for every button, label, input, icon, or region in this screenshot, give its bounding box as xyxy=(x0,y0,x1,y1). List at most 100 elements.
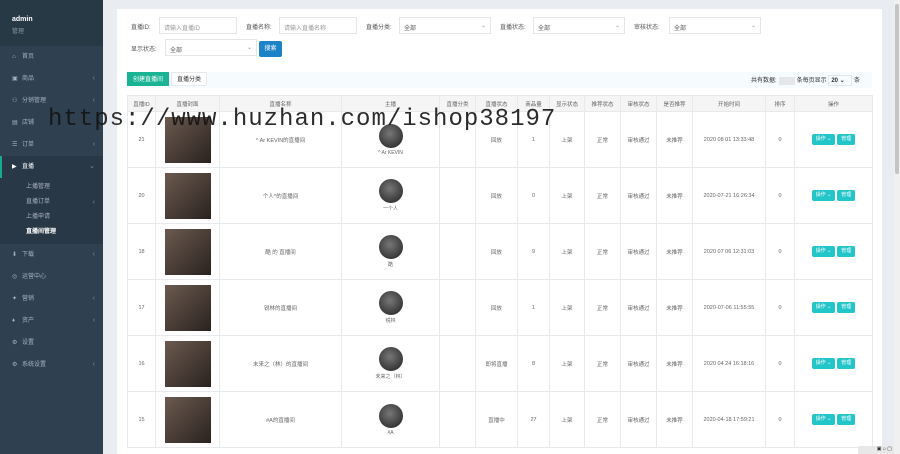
display-status-label: 显示状态: xyxy=(131,47,157,53)
action-dropdown-button[interactable]: 操作 ⌄ xyxy=(811,414,836,425)
cell-status: 回放 xyxy=(490,193,502,200)
cell-id: 20 xyxy=(138,192,145,199)
page-scrollbar[interactable] xyxy=(894,0,900,454)
sidebar-item-6[interactable]: ⬇ 下载 ‹ xyxy=(0,244,103,266)
scrollbar-thumb[interactable] xyxy=(895,4,899,174)
action-label: 操作 xyxy=(815,360,826,366)
sidebar-item-7[interactable]: ◎ 运营中心 xyxy=(0,266,103,288)
sidebar-item-9[interactable]: ♦ 资产 ‹ xyxy=(0,310,103,332)
sidebar-profile: admin 管理 xyxy=(0,0,103,46)
cover-thumbnail[interactable] xyxy=(164,340,211,387)
room-id-input[interactable]: 请输入直播ID xyxy=(159,17,237,34)
sidebar-item-10[interactable]: ⚙ 设置 xyxy=(0,332,103,354)
anchor-avatar xyxy=(378,403,403,428)
sidebar-subitem-1[interactable]: 直播订单 ‹ xyxy=(0,195,103,210)
sidebar-item-1[interactable]: ▣ 商品 ‹ xyxy=(0,68,103,90)
chevron-down-icon: ⌄ xyxy=(89,163,95,170)
live-status-select[interactable]: 全部 ⌄ xyxy=(533,17,625,34)
cell-sort: 0 xyxy=(778,360,782,367)
display-status-select[interactable]: 全部 ⌄ xyxy=(165,39,257,56)
sidebar-item-0[interactable]: ⌂ 首页 xyxy=(0,46,103,68)
table-cell: 酷 的 直播间 xyxy=(219,223,342,280)
chevron-down-icon: ⌄ xyxy=(839,78,845,84)
anchor-name: 未来之（林） xyxy=(375,374,406,380)
table-cell: 操作 ⌄ 管理 xyxy=(794,335,873,392)
anchor-name: 锐林 xyxy=(385,318,396,324)
table-cell: 上架 xyxy=(549,279,585,336)
cell-id: 15 xyxy=(138,416,145,423)
audit-status-select[interactable]: 全部 ⌄ xyxy=(669,17,761,34)
sidebar-item-8[interactable]: ✦ 营销 ‹ xyxy=(0,288,103,310)
chevron-left-icon: ‹ xyxy=(92,75,95,82)
manage-button[interactable]: 管理 xyxy=(837,134,856,145)
sidebar-item-5[interactable]: ▶ 直播 ⌄ xyxy=(0,156,103,178)
sidebar-item-label: 分销管理 xyxy=(22,98,47,104)
anchor-name: ^ Ar KEVIN xyxy=(378,149,403,156)
system-icon: ⚙ xyxy=(12,362,18,368)
manage-button[interactable]: 管理 xyxy=(837,190,856,201)
table-cell: 2020 07 06 12:31:03 xyxy=(692,223,766,280)
marketing-icon: ✦ xyxy=(12,296,18,302)
create-room-button[interactable]: 创建直播间 xyxy=(127,72,170,86)
system-tray: ▣ ⌂ ▢ xyxy=(858,446,894,454)
column-header: 直播ID xyxy=(127,95,156,112)
sidebar-item-11[interactable]: ⚙ 系统设置 ‹ xyxy=(0,354,103,376)
category-select[interactable]: 全部 ⌄ xyxy=(399,17,491,34)
sidebar-subitem-0[interactable]: 上播管理 xyxy=(0,180,103,195)
action-dropdown-button[interactable]: 操作 ⌄ xyxy=(811,358,836,369)
live-room-table: 直播ID 直播封面 直播名称 主播 直播分类 直播状态 商品量 显示状态 推荐状态 审核状态 是否推… xyxy=(127,95,873,448)
live-category-button[interactable]: 直播分类 xyxy=(171,72,208,86)
table-cell: 20 xyxy=(127,167,156,224)
search-button[interactable]: 搜索 xyxy=(259,41,282,57)
table-cell: 1 xyxy=(517,279,550,336)
action-dropdown-button[interactable]: 操作 ⌄ xyxy=(811,134,836,145)
table-header-row: 直播ID 直播封面 直播名称 主播 直播分类 直播状态 商品量 显示状态 推荐状态 审核状态 是否推… xyxy=(127,95,873,112)
manage-button[interactable]: 管理 xyxy=(837,414,856,425)
cell-audit: 审核通过 xyxy=(627,137,650,144)
cover-thumbnail[interactable] xyxy=(164,396,211,443)
action-dropdown-button[interactable]: 操作 ⌄ xyxy=(811,302,836,313)
table-cell: 16 xyxy=(127,335,156,392)
table-cell xyxy=(439,335,476,392)
table-cell: 审核通过 xyxy=(620,391,657,448)
tray-icon: ▣ ⌂ ▢ xyxy=(876,446,892,452)
table-cell: 0 xyxy=(765,335,795,392)
action-dropdown-button[interactable]: 操作 ⌄ xyxy=(811,246,836,257)
display-status-select-value: 全部 xyxy=(170,48,183,54)
cover-thumbnail[interactable] xyxy=(164,172,211,219)
cover-thumbnail[interactable] xyxy=(164,116,211,163)
manage-button[interactable]: 管理 xyxy=(837,358,856,369)
chevron-down-icon: ⌄ xyxy=(825,192,832,198)
table-cell: 操作 ⌄ 管理 xyxy=(794,111,873,168)
cell-featured: 未推荐 xyxy=(666,361,683,368)
table-cell: 未来之（林）的直播间 xyxy=(219,335,342,392)
sidebar-live-submenu: 上播管理 直播订单 ‹ 上播申请 直播间管理 xyxy=(0,178,103,244)
table-cell: ^ Ar KEVIN的直播间 xyxy=(219,111,342,168)
cell-sort: 0 xyxy=(778,192,782,199)
sidebar-item-4[interactable]: ☰ 订单 ‹ xyxy=(0,134,103,156)
cell-recommend: 正常 xyxy=(596,361,608,368)
anchor-avatar xyxy=(378,123,403,148)
sidebar-subitem-3[interactable]: 直播间管理 xyxy=(0,225,103,240)
home-icon: ⌂ xyxy=(12,54,16,60)
cell-start: 2020 08 01 13:33:48 xyxy=(703,136,755,143)
cell-audit: 审核通过 xyxy=(627,417,650,424)
anchor-name: #A xyxy=(387,429,394,436)
manage-button[interactable]: 管理 xyxy=(837,302,856,313)
sidebar-item-3[interactable]: ▤ 店铺 xyxy=(0,112,103,134)
profile-username[interactable]: admin xyxy=(12,16,103,23)
chevron-down-icon: ⌄ xyxy=(825,416,832,422)
sidebar-item-2[interactable]: ⚇ 分销管理 ‹ xyxy=(0,90,103,112)
cell-goods: 8 xyxy=(531,360,536,367)
action-dropdown-button[interactable]: 操作 ⌄ xyxy=(811,190,836,201)
cover-thumbnail[interactable] xyxy=(164,284,211,331)
column-header: 直播封面 xyxy=(155,95,220,112)
cell-featured: 未推荐 xyxy=(666,305,683,312)
table-cell: 0 xyxy=(765,279,795,336)
per-page-select[interactable]: 20 ⌄ xyxy=(828,75,853,86)
sidebar-subitem-2[interactable]: 上播申请 xyxy=(0,210,103,225)
manage-button[interactable]: 管理 xyxy=(837,246,856,257)
room-name-input[interactable]: 请输入直播名称 xyxy=(279,17,357,34)
cover-thumbnail[interactable] xyxy=(164,228,211,275)
cell-featured: 未推荐 xyxy=(666,417,683,424)
